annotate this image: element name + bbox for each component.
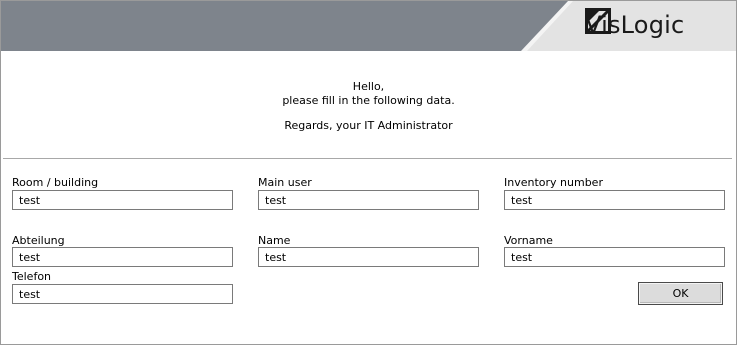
telefon-input[interactable] — [12, 284, 233, 304]
abteilung-label: Abteilung — [12, 234, 65, 247]
room-building-input[interactable] — [12, 190, 233, 210]
telefon-label: Telefon — [12, 270, 52, 283]
dialog-window: VisLogic Hello, please fill in the follo… — [0, 0, 737, 345]
header-banner: VisLogic — [1, 1, 736, 51]
ok-button[interactable]: OK — [638, 282, 723, 305]
vislogic-logo-icon — [585, 8, 611, 34]
name-input[interactable] — [258, 247, 479, 267]
main-user-label: Main user — [258, 176, 312, 189]
inventory-number-input[interactable] — [504, 190, 725, 210]
section-divider — [3, 158, 732, 159]
vorname-input[interactable] — [504, 247, 725, 267]
message-greeting: Hello, — [352, 80, 385, 93]
name-label: Name — [258, 234, 291, 247]
vorname-label: Vorname — [504, 234, 553, 247]
message-instruction: please fill in the following data. — [282, 94, 455, 107]
inventory-number-label: Inventory number — [504, 176, 603, 189]
message-signature: Regards, your IT Administrator — [284, 119, 453, 132]
brand-logo: VisLogic — [585, 8, 684, 42]
main-user-input[interactable] — [258, 190, 479, 210]
abteilung-input[interactable] — [12, 247, 233, 267]
room-building-label: Room / building — [12, 176, 99, 189]
